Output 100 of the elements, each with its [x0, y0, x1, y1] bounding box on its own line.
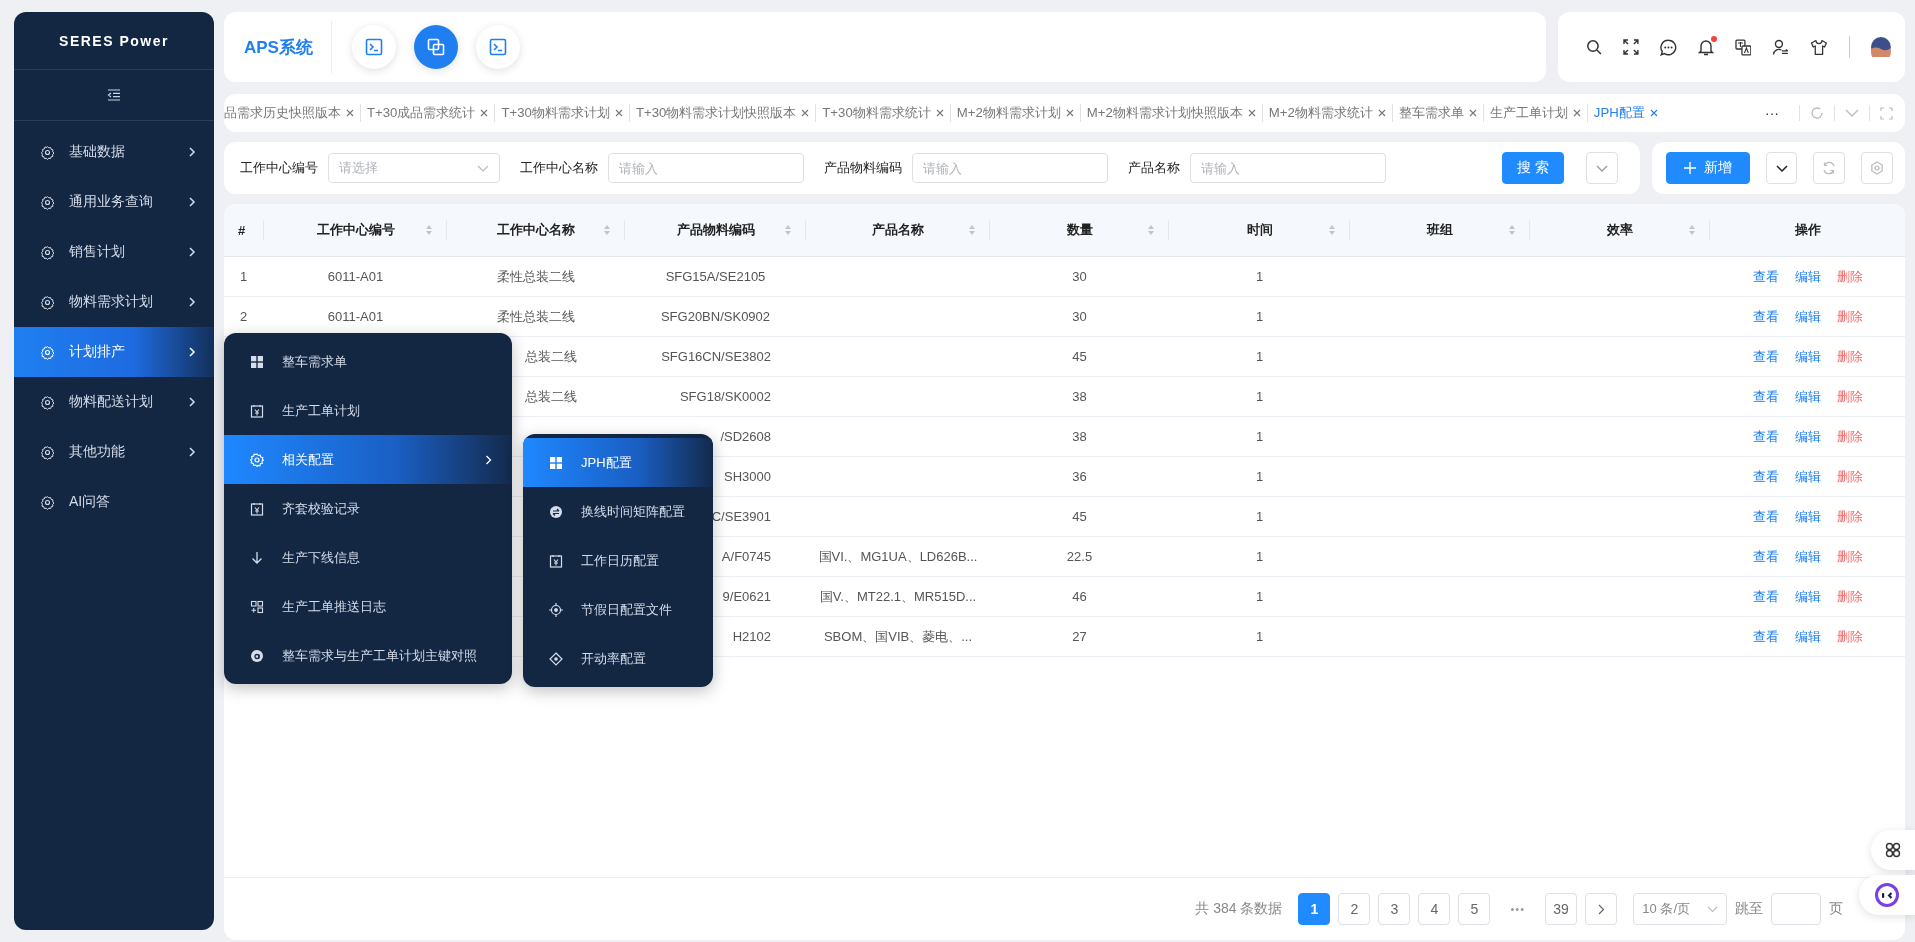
menu-item[interactable]: 节假日配置文件 — [523, 585, 713, 634]
column-header[interactable]: 工作中心编号 — [264, 204, 447, 256]
menu-item[interactable]: 相关配置 — [224, 435, 512, 484]
filter-label: 产品物料编码 — [824, 159, 902, 177]
action-link[interactable]: 查看 — [1753, 547, 1779, 566]
page-size-select[interactable]: 10 条/页 — [1633, 893, 1727, 925]
action-link[interactable]: 查看 — [1753, 627, 1779, 646]
delete-link[interactable]: 删除 — [1837, 427, 1863, 446]
sidebar-item[interactable]: 物料配送计划 — [14, 377, 214, 427]
table-cell: 柔性总装二线 — [497, 267, 575, 286]
menu-item[interactable]: 生产工单计划 — [224, 386, 512, 435]
action-link[interactable]: 编辑 — [1795, 427, 1821, 446]
delete-link[interactable]: 删除 — [1837, 507, 1863, 526]
table-cell: 1 — [1255, 549, 1264, 564]
page-tab[interactable]: M+2物料需求计划快照版本 — [1080, 104, 1263, 122]
delete-link[interactable]: 删除 — [1837, 307, 1863, 326]
action-link[interactable]: 编辑 — [1795, 587, 1821, 606]
page-tab[interactable]: T+30物料需求计划 — [495, 104, 630, 122]
page-tab[interactable]: T+30物料需求统计 — [816, 104, 951, 122]
column-header[interactable]: 效率 — [1530, 204, 1710, 256]
table-cell: 国V.、MT22.1、MR515D... — [819, 587, 977, 606]
menu-item[interactable]: 开动率配置 — [523, 634, 713, 683]
more-tabs-button[interactable]: ··· — [1755, 105, 1789, 121]
menu-item[interactable]: 工作日历配置 — [523, 536, 713, 585]
input-field[interactable]: 请输入 — [1190, 153, 1386, 183]
table-cell: 22.5 — [1066, 549, 1093, 564]
action-link[interactable]: 查看 — [1753, 307, 1779, 326]
sidebar-item[interactable]: 通用业务查询 — [14, 177, 214, 227]
delete-link[interactable]: 删除 — [1837, 547, 1863, 566]
delete-link[interactable]: 删除 — [1837, 587, 1863, 606]
delete-link[interactable]: 删除 — [1837, 267, 1863, 286]
column-header[interactable]: 工作中心名称 — [447, 204, 625, 256]
action-link[interactable]: 查看 — [1753, 507, 1779, 526]
table-cell: SFG16CN/SE3802 — [661, 349, 771, 364]
action-link[interactable]: 查看 — [1753, 347, 1779, 366]
table-cell: 1 — [1255, 309, 1264, 324]
jump-label: 跳至 — [1735, 900, 1763, 918]
delete-link[interactable]: 删除 — [1837, 627, 1863, 646]
menu-item[interactable]: JPH配置 — [523, 438, 713, 487]
page-button[interactable]: 1 — [1298, 893, 1331, 925]
table-cell: 1 — [1255, 589, 1264, 604]
menu-item[interactable]: 整车需求单 — [224, 337, 512, 386]
action-link[interactable]: 查看 — [1753, 467, 1779, 486]
page-tab[interactable]: 生产工单计划 — [1483, 104, 1588, 122]
sidebar-item[interactable]: AI问答 — [14, 477, 214, 527]
column-header: # — [224, 204, 264, 256]
page-button[interactable]: 2 — [1338, 893, 1371, 925]
action-link[interactable]: 查看 — [1753, 427, 1779, 446]
page-tab[interactable]: 品需求历史快照版本 — [224, 104, 361, 122]
action-link[interactable]: 编辑 — [1795, 267, 1821, 286]
action-link[interactable]: 编辑 — [1795, 347, 1821, 366]
table-cell: C/SE3901 — [711, 509, 771, 524]
menu-item[interactable]: 换线时间矩阵配置 — [523, 487, 713, 536]
page-tab[interactable]: T+30物料需求计划快照版本 — [629, 104, 817, 122]
search-button[interactable]: 搜 索 — [1502, 152, 1564, 184]
action-link[interactable]: 编辑 — [1795, 467, 1821, 486]
table-cell: 46 — [1072, 589, 1087, 604]
page-tab[interactable]: T+30成品需求统计 — [361, 104, 496, 122]
action-link[interactable]: 编辑 — [1795, 627, 1821, 646]
delete-link[interactable]: 删除 — [1837, 347, 1863, 366]
column-header[interactable]: 产品物料编码 — [625, 204, 806, 256]
table-cell: 1 — [1255, 269, 1264, 284]
table-cell: /SD2608 — [720, 429, 771, 444]
column-header[interactable]: 产品名称 — [806, 204, 990, 256]
action-link[interactable]: 编辑 — [1795, 387, 1821, 406]
action-link[interactable]: 查看 — [1753, 587, 1779, 606]
input-field[interactable]: 请输入 — [608, 153, 804, 183]
sidebar-item[interactable]: 其他功能 — [14, 427, 214, 477]
menu-item[interactable]: 生产工单推送日志 — [224, 582, 512, 631]
page-tab[interactable]: JPH配置 — [1587, 104, 1664, 122]
table-cell: 38 — [1072, 429, 1087, 444]
page-button[interactable]: 39 — [1545, 893, 1577, 925]
sidebar-item[interactable]: 物料需求计划 — [14, 277, 214, 327]
sidebar-item[interactable]: 计划排产 — [14, 327, 214, 377]
page-ellipsis[interactable]: ••• — [1498, 903, 1537, 915]
input-field[interactable]: 请输入 — [912, 153, 1108, 183]
column-header[interactable]: 时间 — [1169, 204, 1350, 256]
page-button[interactable]: 4 — [1418, 893, 1451, 925]
menu-item[interactable]: 齐套校验记录 — [224, 484, 512, 533]
delete-link[interactable]: 删除 — [1837, 467, 1863, 486]
column-header[interactable]: 班组 — [1350, 204, 1530, 256]
column-header[interactable]: 数量 — [990, 204, 1169, 256]
page-button[interactable]: 5 — [1458, 893, 1491, 925]
delete-link[interactable]: 删除 — [1837, 387, 1863, 406]
menu-item[interactable]: 整车需求与生产工单计划主键对照 — [224, 631, 512, 680]
action-link[interactable]: 编辑 — [1795, 507, 1821, 526]
sidebar-item[interactable]: 销售计划 — [14, 227, 214, 277]
action-link[interactable]: 查看 — [1753, 267, 1779, 286]
action-link[interactable]: 编辑 — [1795, 307, 1821, 326]
action-link[interactable]: 编辑 — [1795, 547, 1821, 566]
sidebar-item[interactable]: 基础数据 — [14, 127, 214, 177]
page-tab[interactable]: 整车需求单 — [1392, 104, 1484, 122]
page-button[interactable]: 3 — [1378, 893, 1411, 925]
menu-item[interactable]: 生产下线信息 — [224, 533, 512, 582]
filter-label: 产品名称 — [1128, 159, 1180, 177]
add-button[interactable]: 新增 — [1666, 152, 1750, 184]
action-link[interactable]: 查看 — [1753, 387, 1779, 406]
page-tab[interactable]: M+2物料需求统计 — [1262, 104, 1393, 122]
total-count: 共 384 条数据 — [1195, 900, 1283, 918]
page-tab[interactable]: M+2物料需求计划 — [950, 104, 1081, 122]
